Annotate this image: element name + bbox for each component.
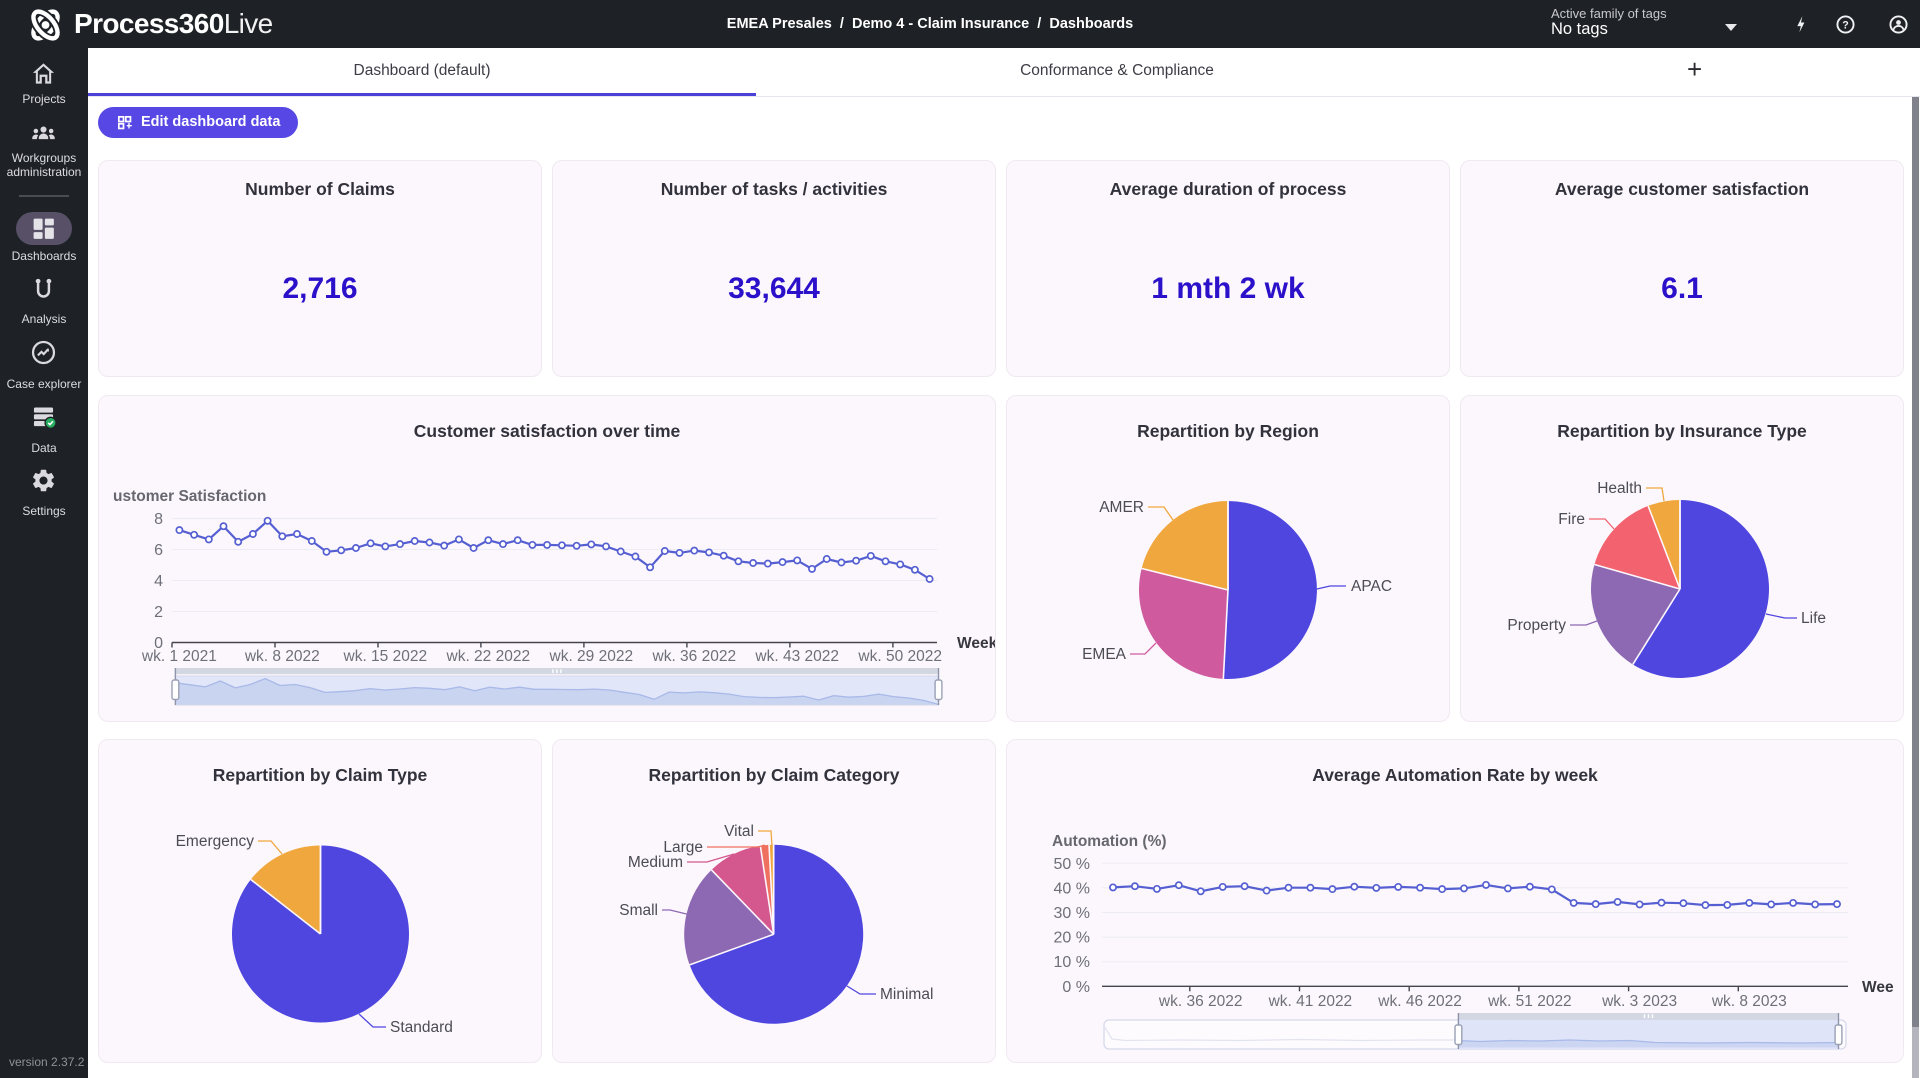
svg-text:?: ? [1842,19,1849,31]
